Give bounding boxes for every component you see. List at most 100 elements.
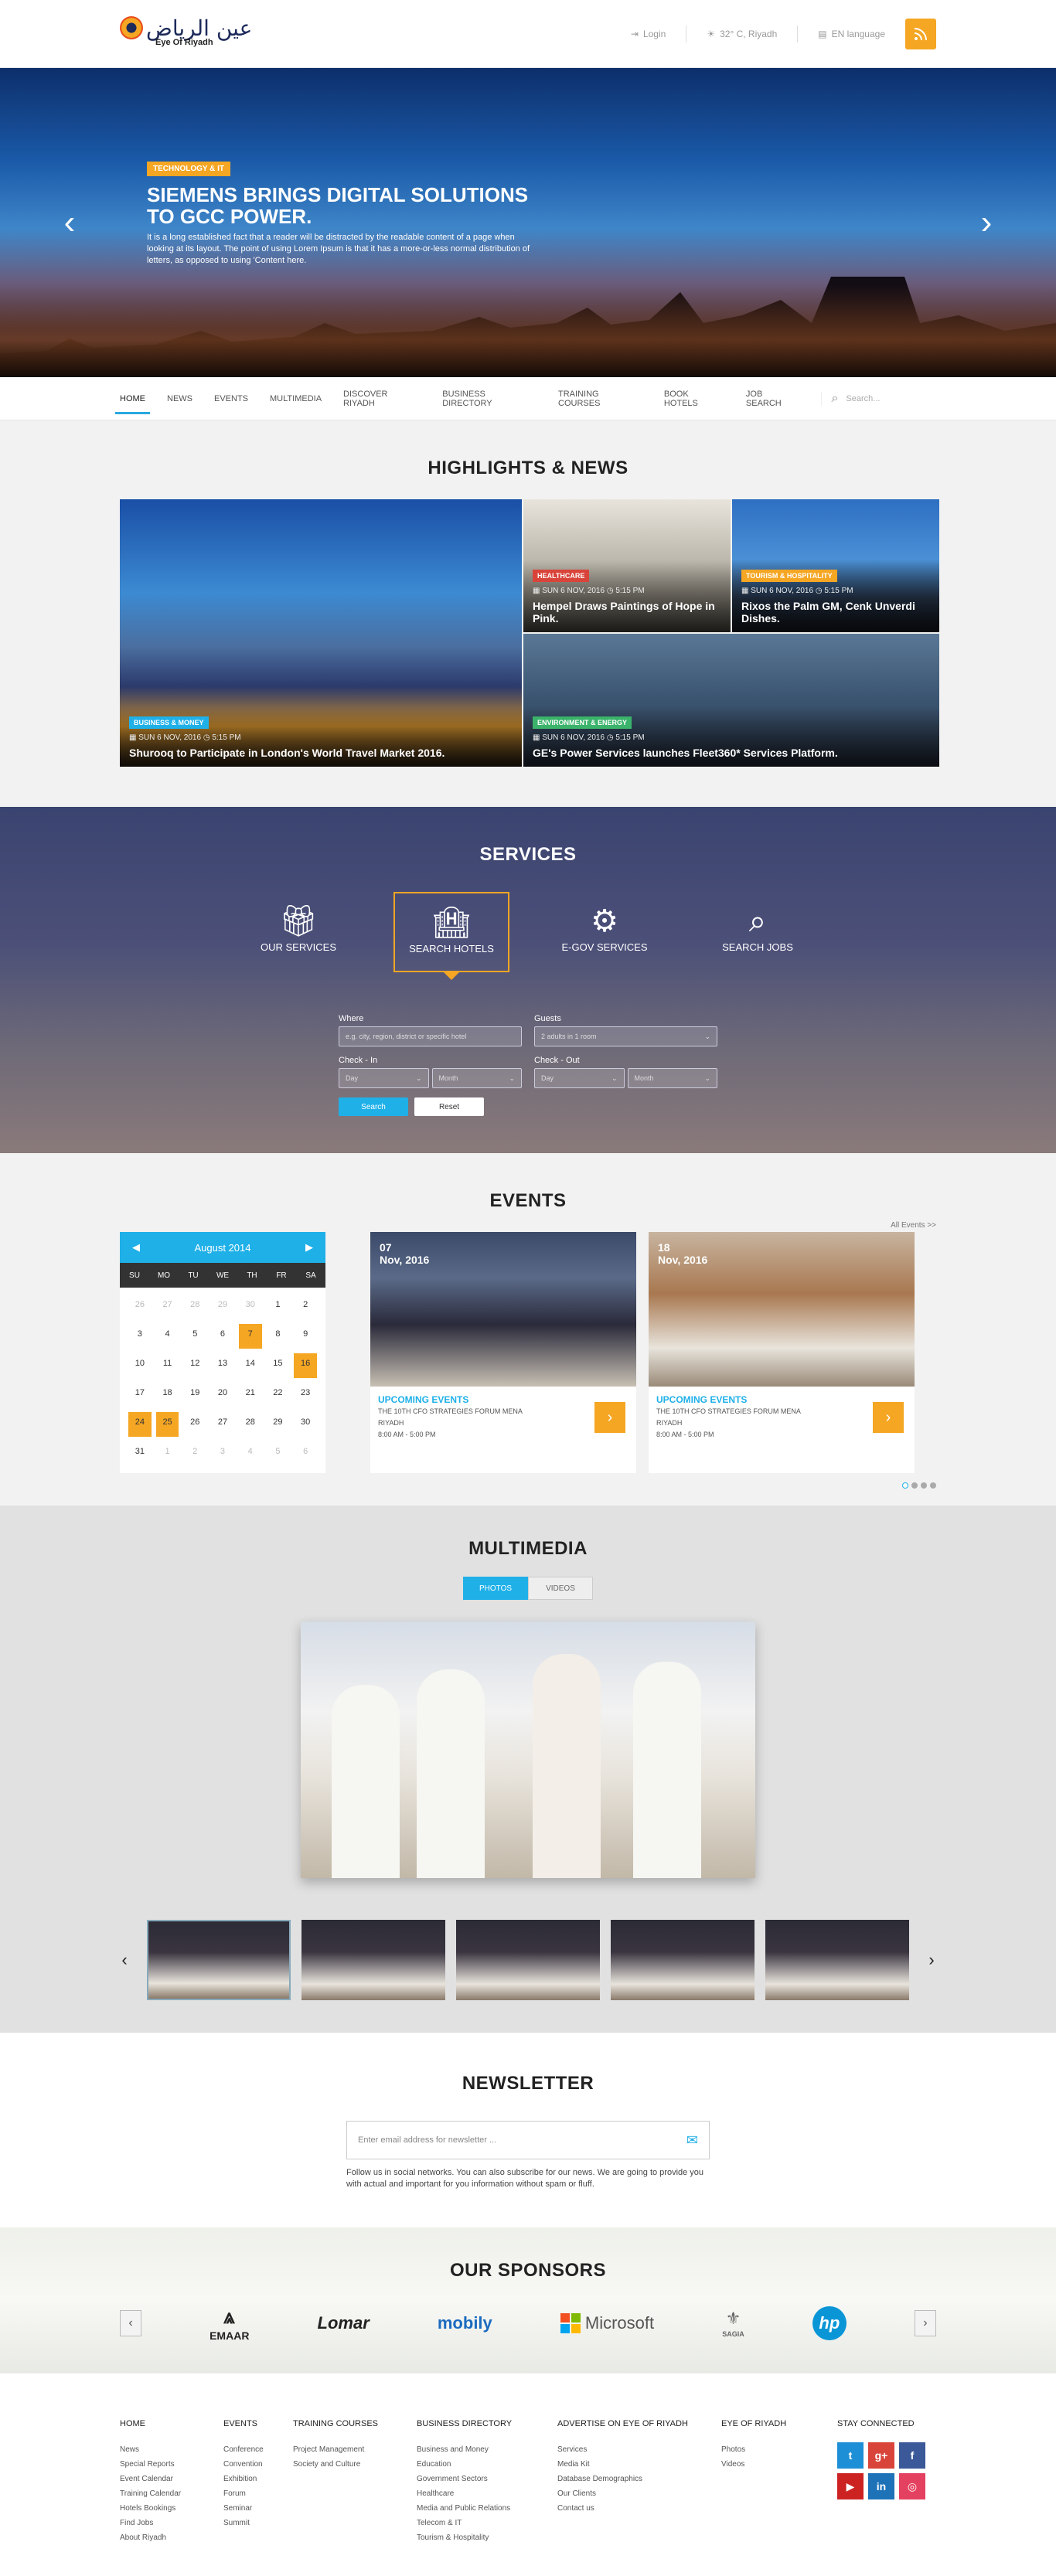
event-card[interactable]: 18 Nov, 2016 UPCOMING EVENTS THE 10TH CFO… xyxy=(649,1232,915,1473)
calendar-day[interactable]: 26 xyxy=(128,1295,152,1319)
calendar-day[interactable]: 5 xyxy=(267,1441,290,1466)
hero-next-arrow[interactable]: › xyxy=(975,206,998,240)
calendar-day[interactable]: 24 xyxy=(128,1412,152,1437)
hero-prev-arrow[interactable]: ‹ xyxy=(58,206,81,240)
photo-thumbnail[interactable] xyxy=(301,1920,445,2000)
news-category-badge[interactable]: Environment & Energy xyxy=(533,716,632,729)
footer-link[interactable]: Conference xyxy=(223,2442,293,2457)
pagination-dot[interactable] xyxy=(911,1482,918,1489)
login-link[interactable]: ⇥ Login xyxy=(631,29,666,39)
checkin-day-select[interactable]: Day ⌄ xyxy=(339,1068,429,1088)
sponsor-logo-emaar[interactable]: ⩓ EMAAR xyxy=(209,2305,249,2342)
footer-link[interactable]: Business and Money xyxy=(417,2442,557,2457)
twitter-icon[interactable]: t xyxy=(837,2442,864,2469)
calendar-day[interactable]: 28 xyxy=(239,1412,262,1437)
footer-link[interactable]: Healthcare xyxy=(417,2486,557,2501)
footer-link[interactable]: Event Calendar xyxy=(120,2472,223,2486)
calendar-day[interactable]: 11 xyxy=(156,1353,179,1378)
service-search-hotels[interactable]: 🏨︎ SEARCH HOTELS xyxy=(393,892,509,980)
nav-book-hotels[interactable]: Book Hotels xyxy=(664,377,724,420)
footer-link[interactable]: Photos xyxy=(721,2442,837,2457)
nav-multimedia[interactable]: Multimedia xyxy=(270,377,322,420)
nav-events[interactable]: Events xyxy=(214,377,248,420)
search-icon[interactable]: ⌕ xyxy=(831,392,838,406)
calendar-day[interactable]: 9 xyxy=(294,1324,317,1349)
pagination-dot[interactable] xyxy=(921,1482,927,1489)
calendar-day[interactable]: 21 xyxy=(239,1383,262,1407)
checkout-day-select[interactable]: Day ⌄ xyxy=(534,1068,625,1088)
event-card[interactable]: 07 Nov, 2016 UPCOMING EVENTS THE 10TH CFO… xyxy=(370,1232,636,1473)
all-events-link[interactable]: All Events >> xyxy=(891,1221,936,1230)
hero-category-tag[interactable]: Technology & IT xyxy=(147,162,231,176)
news-headline[interactable]: Hempel Draws Paintings of Hope in Pink. xyxy=(533,600,721,624)
nav-job-search[interactable]: Job Search xyxy=(746,377,800,420)
footer-link[interactable]: Special Reports xyxy=(120,2457,223,2472)
featured-photo[interactable] xyxy=(301,1621,755,1878)
news-headline[interactable]: GE's Power Services launches Fleet360* S… xyxy=(533,747,930,759)
news-headline[interactable]: Shurooq to Participate in London's World… xyxy=(129,747,513,759)
photo-thumbnail[interactable] xyxy=(456,1920,600,2000)
nav-news[interactable]: News xyxy=(167,377,192,420)
calendar-day[interactable]: 13 xyxy=(211,1353,234,1378)
calendar-day[interactable]: 3 xyxy=(128,1324,152,1349)
footer-link[interactable]: News xyxy=(120,2442,223,2457)
calendar-day[interactable]: 23 xyxy=(294,1383,317,1407)
footer-link[interactable]: Seminar xyxy=(223,2501,293,2516)
calendar-day[interactable]: 22 xyxy=(267,1383,290,1407)
tab-videos[interactable]: VIDEOS xyxy=(528,1577,593,1600)
footer-link[interactable]: Training Calendar xyxy=(120,2486,223,2501)
instagram-icon[interactable]: ◎ xyxy=(899,2473,925,2499)
calendar-day[interactable]: 30 xyxy=(239,1295,262,1319)
news-tile[interactable]: Tourism & Hospitality ▦ SUN 6 NOV, 2016 … xyxy=(732,499,939,632)
footer-link[interactable]: Summit xyxy=(223,2516,293,2530)
calendar-day[interactable]: 16 xyxy=(294,1353,317,1378)
nav-discover-riyadh[interactable]: Discover Riyadh xyxy=(343,377,421,420)
sponsor-logo-sagia[interactable]: ⚜ SAGIA xyxy=(722,2309,744,2338)
youtube-icon[interactable]: ▶ xyxy=(837,2473,864,2499)
calendar-day[interactable]: 6 xyxy=(211,1324,234,1349)
footer-link[interactable]: Our Clients xyxy=(557,2486,721,2501)
sponsor-logo-hp[interactable]: hp xyxy=(812,2306,847,2340)
service-our-services[interactable]: 🎁︎ OUR SERVICES xyxy=(240,892,356,972)
calendar-prev-icon[interactable]: ◀ xyxy=(132,1241,140,1254)
nav-training-courses[interactable]: Training Courses xyxy=(558,377,642,420)
checkin-month-select[interactable]: Month ⌄ xyxy=(431,1068,522,1088)
pagination-dot[interactable] xyxy=(902,1482,908,1489)
footer-link[interactable]: Society and Culture xyxy=(293,2457,417,2472)
calendar-day[interactable]: 17 xyxy=(128,1383,152,1407)
language-switch[interactable]: ▤ EN language xyxy=(818,29,885,39)
news-category-badge[interactable]: Business & Money xyxy=(129,716,209,729)
service-e-gov[interactable]: ⚙ E-GOV SERVICES xyxy=(547,892,663,972)
news-tile[interactable]: Business & Money ▦ SUN 6 NOV, 2016 ◷ 5:1… xyxy=(120,499,522,767)
calendar-day[interactable]: 30 xyxy=(294,1412,317,1437)
logo[interactable]: عين الرياض Eye Of Riyadh xyxy=(120,15,252,47)
footer-link[interactable]: Videos xyxy=(721,2457,837,2472)
calendar-day[interactable]: 2 xyxy=(183,1441,206,1466)
calendar-day[interactable]: 31 xyxy=(128,1441,152,1466)
thumb-next-arrow[interactable]: › xyxy=(920,1950,943,1970)
nav-search[interactable]: ⌕ Search... xyxy=(821,392,936,406)
calendar-day[interactable]: 4 xyxy=(156,1324,179,1349)
calendar-day[interactable]: 14 xyxy=(239,1353,262,1378)
event-name[interactable]: THE 10TH CFO STRATEGIES FORUM MENA xyxy=(378,1406,628,1417)
footer-link[interactable]: Database Demographics xyxy=(557,2472,721,2486)
envelope-icon[interactable]: ✉ xyxy=(686,2132,698,2149)
footer-link[interactable]: Forum xyxy=(223,2486,293,2501)
guests-select[interactable]: 2 adults in 1 room ⌄ xyxy=(534,1026,717,1046)
calendar-day[interactable]: 3 xyxy=(211,1441,234,1466)
news-headline[interactable]: Rixos the Palm GM, Cenk Unverdi Dishes. xyxy=(741,600,930,624)
search-input[interactable]: Search... xyxy=(846,394,880,403)
footer-link[interactable]: Contact us xyxy=(557,2501,721,2516)
pagination-dot[interactable] xyxy=(930,1482,936,1489)
photo-thumbnail[interactable] xyxy=(147,1920,291,2000)
checkout-month-select[interactable]: Month ⌄ xyxy=(627,1068,717,1088)
sponsor-logo-microsoft[interactable]: Microsoft xyxy=(560,2313,654,2333)
calendar-day[interactable]: 7 xyxy=(238,1324,262,1349)
news-category-badge[interactable]: Healthcare xyxy=(533,570,590,582)
calendar-day[interactable]: 2 xyxy=(294,1295,317,1319)
reset-button[interactable]: Reset xyxy=(414,1097,484,1116)
footer-link[interactable]: Government Sectors xyxy=(417,2472,557,2486)
sponsors-next-button[interactable]: › xyxy=(914,2310,936,2336)
photo-thumbnail[interactable] xyxy=(765,1920,909,2000)
news-tile[interactable]: Environment & Energy ▦ SUN 6 NOV, 2016 ◷… xyxy=(523,634,939,767)
